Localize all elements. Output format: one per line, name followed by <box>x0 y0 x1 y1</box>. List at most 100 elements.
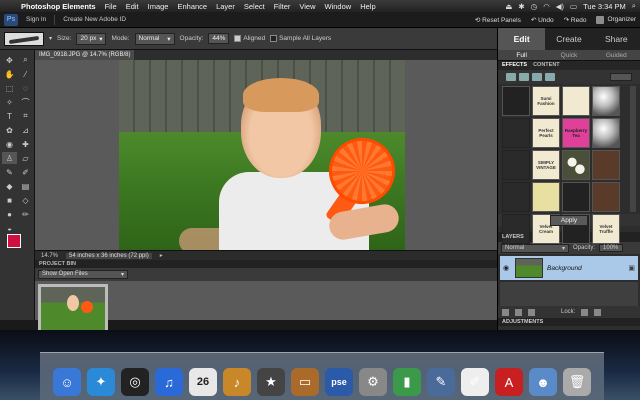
menu-enhance[interactable]: Enhance <box>177 2 207 11</box>
acrobat-icon[interactable]: A <box>495 368 523 396</box>
foreground-color-swatch[interactable] <box>7 234 21 248</box>
eject-icon[interactable]: ⏏ <box>505 2 512 11</box>
effect-thumbnail[interactable]: Velvet Truffle <box>592 214 620 244</box>
lock-all-icon[interactable] <box>594 308 602 316</box>
effect-thumbnail[interactable] <box>592 86 620 116</box>
layer-styles-icon[interactable] <box>519 73 529 81</box>
menubar-clock[interactable]: Tue 3:34 PM <box>583 2 626 11</box>
straighten-tool-icon[interactable]: ⊿ <box>18 124 33 136</box>
crop-tool-icon[interactable]: ⌗ <box>18 110 33 122</box>
pages-icon[interactable]: ✐ <box>461 368 489 396</box>
menu-help[interactable]: Help <box>360 2 375 11</box>
magic-wand-tool-icon[interactable]: ✧ <box>2 96 17 108</box>
delete-layer-icon[interactable] <box>528 308 535 316</box>
hand-tool-icon[interactable]: ✋ <box>2 68 17 80</box>
shape-tool-icon[interactable]: ■ <box>2 194 17 206</box>
red-eye-tool-icon[interactable]: ◉ <box>2 138 17 150</box>
effect-thumbnail[interactable] <box>502 150 530 180</box>
paint-bucket-tool-icon[interactable]: ◆ <box>2 180 17 192</box>
create-adobe-id-link[interactable]: Create New Adobe ID <box>63 16 126 23</box>
redo-button[interactable]: ↷ Redo <box>564 16 587 24</box>
new-layer-icon[interactable] <box>502 308 509 316</box>
size-dropdown[interactable]: 20 px ▾ <box>76 32 107 45</box>
system-preferences-icon[interactable]: ⚙ <box>359 368 387 396</box>
undo-button[interactable]: ↶ Undo <box>531 16 554 24</box>
sample-all-layers-checkbox[interactable]: Sample All Layers <box>270 35 331 42</box>
trash-icon[interactable]: 🗑 <box>563 368 591 396</box>
visibility-eye-icon[interactable]: ◉ <box>503 264 511 272</box>
eraser-tool-icon[interactable]: ▱ <box>18 152 33 164</box>
lock-icon[interactable]: ▣ <box>628 264 635 272</box>
gradient-tool-icon[interactable]: ▤ <box>18 180 33 192</box>
effect-thumbnail[interactable] <box>532 182 560 212</box>
photoshop-elements-icon[interactable]: pse <box>325 368 353 396</box>
menu-edit[interactable]: Edit <box>126 2 139 11</box>
effect-thumbnail[interactable] <box>502 118 530 148</box>
lock-transparent-icon[interactable] <box>581 308 589 316</box>
time-machine-icon[interactable]: ◷ <box>531 2 538 11</box>
effect-thumbnail[interactable]: SIMPLY VINTAGE <box>532 150 560 180</box>
document-tab[interactable]: IMG_0918.JPG @ 14.7% (RGB/8) <box>35 50 135 60</box>
subtab-quick[interactable]: Quick <box>545 50 592 60</box>
menu-window[interactable]: Window <box>325 2 352 11</box>
lasso-tool-icon[interactable]: ◌ <box>18 82 33 94</box>
reset-panels-button[interactable]: ⟲ Reset Panels <box>475 16 521 24</box>
sign-in-link[interactable]: Sign In <box>26 16 46 23</box>
wifi-icon[interactable]: ◠ <box>543 2 550 11</box>
cookie-cutter-tool-icon[interactable]: ✿ <box>2 124 17 136</box>
tab-effects[interactable]: EFFECTS <box>502 61 527 70</box>
eyedropper-tool-icon[interactable]: ⁄ <box>18 68 33 80</box>
canvas-area[interactable] <box>35 60 497 250</box>
effects-category-dropdown[interactable] <box>610 73 632 81</box>
effect-thumbnail[interactable] <box>592 182 620 212</box>
zoom-level[interactable]: 14.7% <box>41 253 58 259</box>
document-info[interactable]: 54 inches x 36 inches (72 ppi) <box>66 252 152 259</box>
spot-healing-tool-icon[interactable]: ✚ <box>18 138 33 150</box>
effects-scrollbar[interactable] <box>630 86 636 212</box>
photo-canvas[interactable] <box>119 60 405 250</box>
preview-icon[interactable]: ☻ <box>529 368 557 396</box>
menu-layer[interactable]: Layer <box>216 2 235 11</box>
menu-filter[interactable]: Filter <box>274 2 291 11</box>
color-swatches[interactable] <box>4 232 32 254</box>
show-all-icon[interactable] <box>545 73 555 81</box>
safari-icon[interactable]: ✦ <box>87 368 115 396</box>
effect-thumbnail[interactable] <box>562 86 590 116</box>
brush-preview[interactable] <box>4 31 44 46</box>
aligned-checkbox[interactable]: Aligned <box>234 35 265 42</box>
dashboard-icon[interactable]: ◎ <box>121 368 149 396</box>
menu-select[interactable]: Select <box>244 2 265 11</box>
garageband-icon[interactable]: ♪ <box>223 368 251 396</box>
menu-file[interactable]: File <box>105 2 117 11</box>
adjustment-layer-icon[interactable] <box>515 308 522 316</box>
pencil-tool-icon[interactable]: ✏ <box>18 208 33 220</box>
bluetooth-icon[interactable]: ✱ <box>518 2 524 11</box>
organizer-button[interactable]: Organizer <box>596 15 636 24</box>
sponge-tool-icon[interactable]: ● <box>2 208 17 220</box>
imovie-icon[interactable]: ★ <box>257 368 285 396</box>
marquee-tool-icon[interactable]: ⬚ <box>2 82 17 94</box>
effect-thumbnail[interactable]: Raspberry Tea <box>562 118 590 148</box>
project-bin-header[interactable]: PROJECT BIN <box>35 260 497 268</box>
brush-tool-icon[interactable]: ✎ <box>2 166 17 178</box>
blend-mode-dropdown[interactable]: Normal ▾ <box>501 243 569 253</box>
battery-icon[interactable]: ▭ <box>570 2 577 11</box>
subtab-full[interactable]: Full <box>498 50 545 60</box>
volume-icon[interactable]: ◀) <box>556 2 564 11</box>
effect-thumbnail[interactable] <box>502 182 530 212</box>
app-name-menu[interactable]: Photoshop Elements <box>21 2 96 11</box>
menu-view[interactable]: View <box>299 2 315 11</box>
tab-share[interactable]: Share <box>593 28 640 50</box>
clone-stamp-tool-icon[interactable]: ♙ <box>2 152 17 164</box>
effect-thumbnail[interactable]: Perfect Pearls <box>532 118 560 148</box>
effect-thumbnail[interactable] <box>562 182 590 212</box>
numbers-icon[interactable]: ▮ <box>393 368 421 396</box>
info-arrow-icon[interactable]: ▸ <box>160 252 163 259</box>
finder-icon[interactable]: ☺ <box>53 368 81 396</box>
effect-thumbnail[interactable] <box>592 118 620 148</box>
effect-thumbnail[interactable]: Sumi Fashion <box>532 86 560 116</box>
selection-brush-tool-icon[interactable]: ⌒ <box>18 96 33 108</box>
tab-content[interactable]: CONTENT <box>533 61 560 70</box>
effect-thumbnail[interactable] <box>562 150 590 180</box>
mode-dropdown[interactable]: Normal ▾ <box>134 32 175 45</box>
